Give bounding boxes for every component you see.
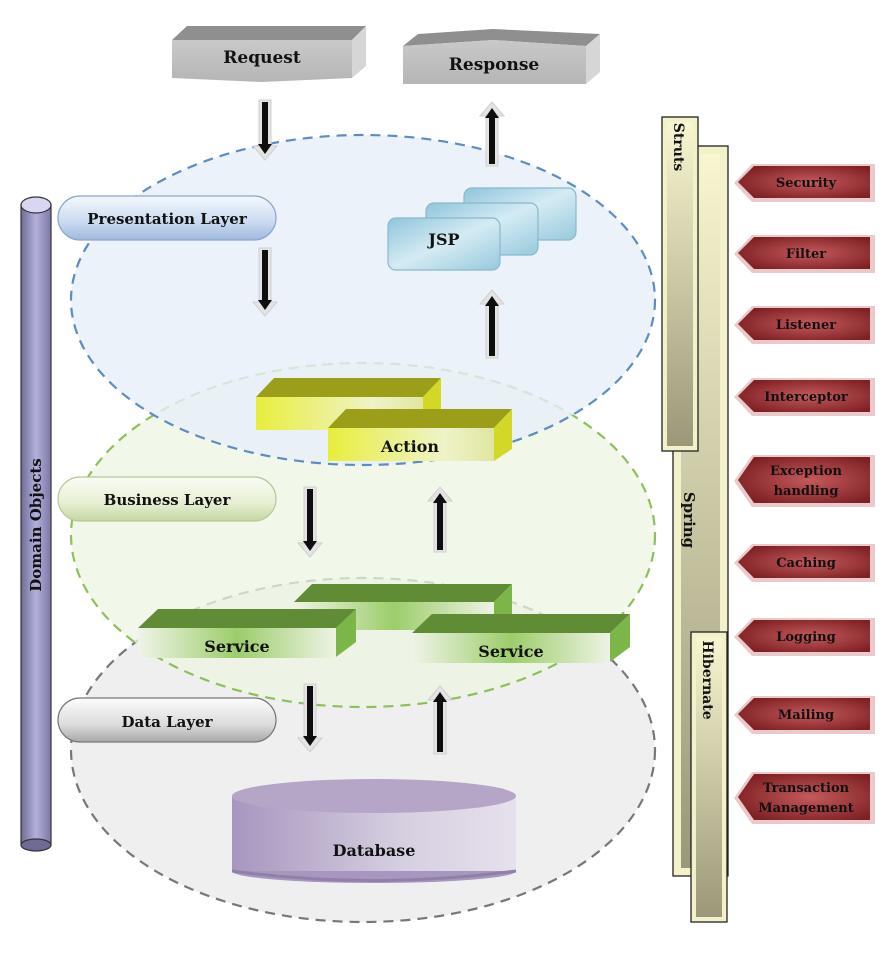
concern-tag: Exception handling [734, 455, 875, 507]
concern-tag: Security [734, 164, 875, 202]
request-label: Request [223, 48, 301, 68]
database-label: Database [333, 841, 416, 860]
struts-bar: Struts [661, 116, 699, 452]
request-block: Request [172, 26, 366, 82]
action-label: Action [380, 437, 439, 456]
concern-label: Security [776, 176, 837, 191]
struts-label: Struts [670, 123, 686, 172]
business-layer-label: Business Layer [104, 491, 232, 509]
jsp-label: JSP [426, 230, 459, 249]
data-layer-pill: Data Layer [57, 697, 277, 743]
domain-objects-label: Domain Objects [27, 458, 45, 591]
cross-cutting-concerns: Security Filter Listener Interceptor Excepti… [734, 164, 875, 824]
hibernate-bar: Hibernate [690, 631, 728, 923]
domain-objects-cylinder: Domain Objects [20, 196, 52, 852]
concern-label: Listener [776, 318, 836, 333]
concern-tag: Listener [734, 306, 875, 344]
database-cylinder: Database [231, 779, 517, 883]
data-layer-label: Data Layer [121, 713, 213, 731]
concern-label: Transaction [763, 781, 850, 796]
presentation-layer-pill: Presentation Layer [57, 195, 277, 241]
service-left-label: Service [204, 637, 269, 656]
concern-label: Interceptor [764, 390, 848, 405]
response-block: Response [403, 29, 600, 84]
concern-tag: Interceptor [734, 378, 875, 416]
service-right-label: Service [478, 642, 543, 661]
response-label: Response [449, 55, 540, 75]
business-layer-pill: Business Layer [57, 476, 277, 522]
concern-tag: Transaction Management [734, 772, 875, 824]
architecture-diagram: Request Response Domain Objects Presenta… [20, 26, 875, 924]
concern-tag: Logging [734, 618, 875, 656]
concern-tag: Caching [734, 544, 875, 582]
concern-label: Filter [786, 247, 826, 262]
concern-label: Caching [776, 556, 836, 571]
hibernate-label: Hibernate [699, 640, 715, 719]
concern-label: Management [758, 801, 854, 816]
spring-label: Spring [680, 492, 698, 549]
concern-label: Logging [776, 630, 835, 645]
concern-label: Exception [770, 464, 843, 479]
concern-tag: Mailing [734, 696, 875, 734]
concern-label: handling [774, 484, 839, 499]
concern-label: Mailing [778, 708, 834, 723]
presentation-layer-label: Presentation Layer [87, 210, 248, 228]
concern-tag: Filter [734, 235, 875, 273]
